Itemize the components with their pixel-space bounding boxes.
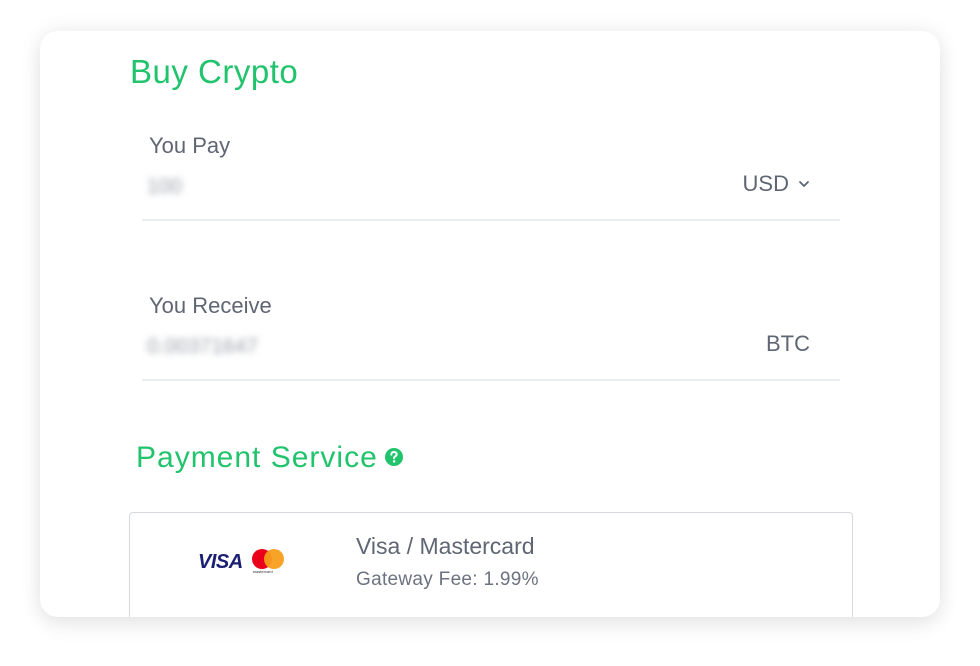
buy-crypto-card: Buy Crypto You Pay USD You Receive BTC P… [40,31,940,617]
you-pay-input[interactable] [147,172,467,202]
chevron-down-icon [798,180,810,188]
card-logos: VISA mastercard [198,549,284,575]
mastercard-logo: mastercard [251,549,284,575]
you-receive-input[interactable] [147,332,467,362]
payment-service-heading: Payment Service [136,441,404,475]
payment-service-title: Payment Service [136,441,378,474]
you-receive-label: You Receive [149,293,272,318]
payment-option-visa-mastercard[interactable]: VISA mastercard Visa / Mastercard Gatewa… [129,512,853,617]
you-pay-field: You Pay USD [142,127,840,221]
payment-option-name: Visa / Mastercard [356,533,535,559]
question-circle-icon[interactable] [384,447,404,467]
pay-currency-select[interactable]: USD [743,171,810,197]
page-title: Buy Crypto [130,53,299,90]
visa-logo: VISA [198,550,243,573]
you-pay-label: You Pay [149,133,231,158]
payment-option-fee: Gateway Fee: 1.99% [356,569,539,590]
receive-currency-text: BTC [766,331,810,356]
pay-currency-label: USD [742,171,789,196]
receive-currency-label: BTC [766,331,810,357]
you-receive-field: You Receive BTC [142,287,840,381]
